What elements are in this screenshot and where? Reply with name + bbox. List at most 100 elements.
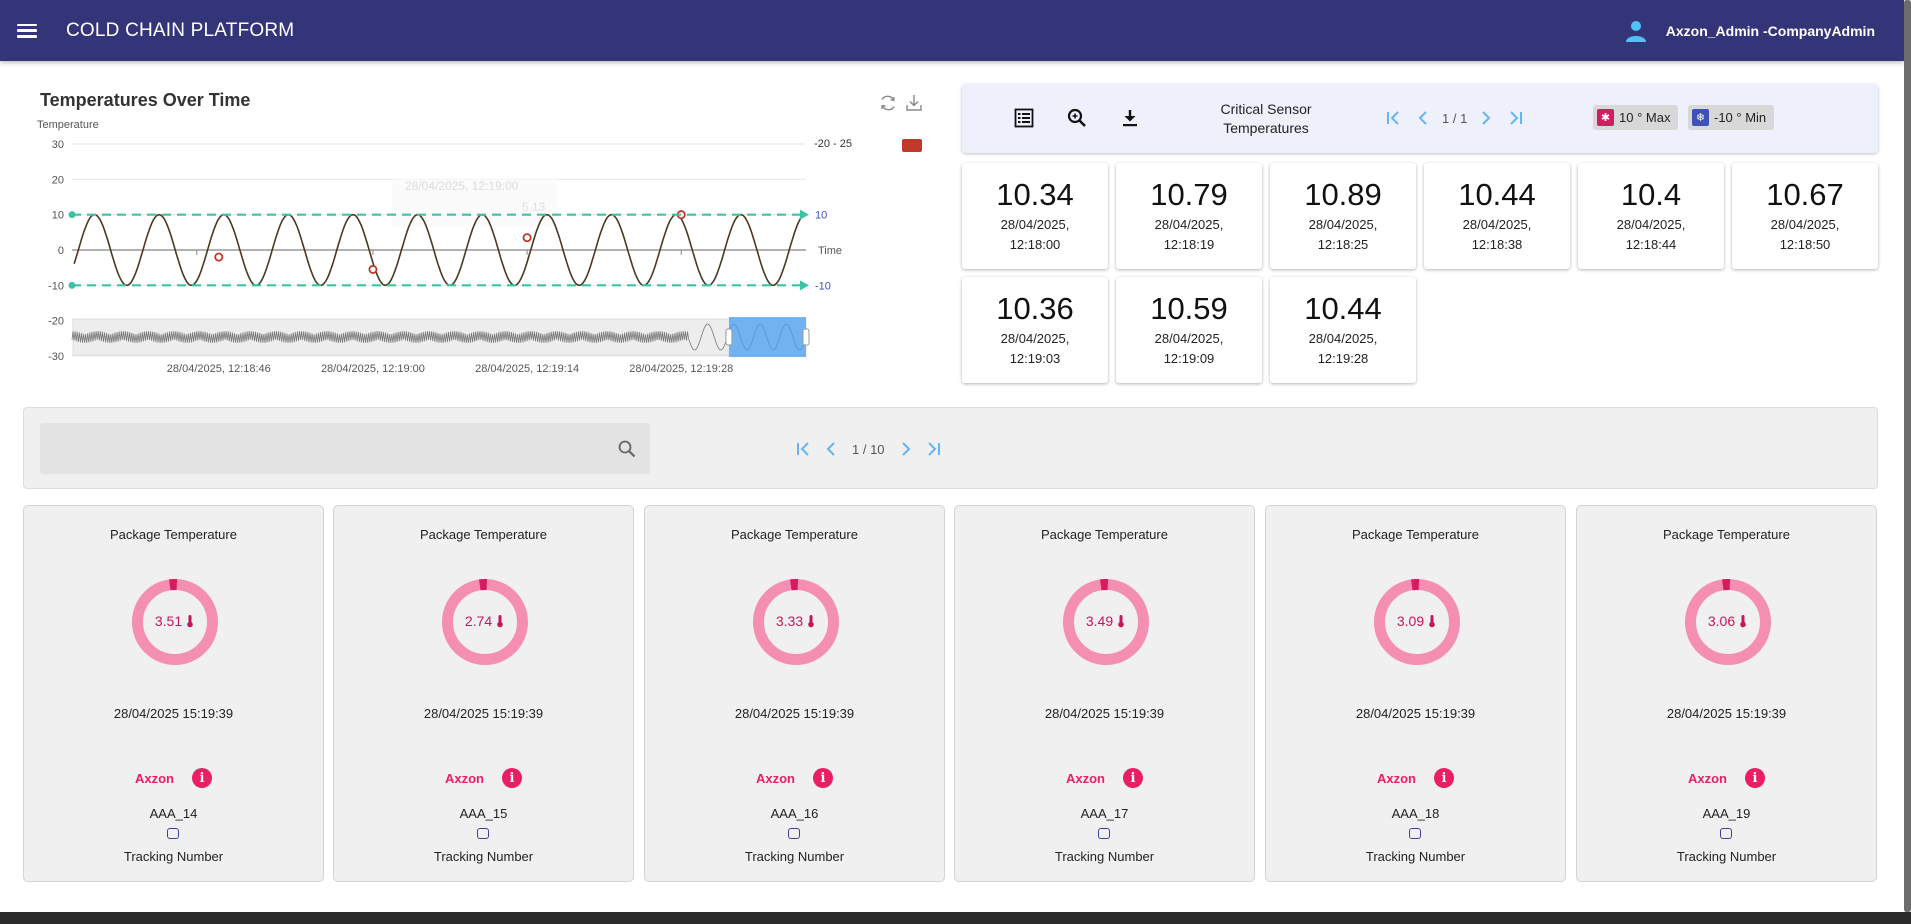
package-card[interactable]: Package Temperature 3.51 28/04/2025 15:19:… bbox=[23, 505, 324, 882]
info-icon[interactable]: i bbox=[1123, 768, 1143, 788]
scrollbar-thumb[interactable] bbox=[1904, 0, 1911, 912]
user-menu[interactable]: Axzon_Admin -CompanyAdmin bbox=[1624, 0, 1875, 61]
tracking-checkbox[interactable] bbox=[788, 828, 800, 839]
tracking-number-label: Tracking Number bbox=[433, 849, 534, 864]
sensor-card[interactable]: 10.36 28/04/2025, 12:19:03 bbox=[962, 277, 1108, 383]
temperature-gauge: 3.06 bbox=[1685, 579, 1771, 665]
sensor-card[interactable]: 10.34 28/04/2025, 12:18:00 bbox=[962, 163, 1108, 269]
info-icon[interactable]: i bbox=[502, 768, 522, 788]
package-id: AAA_14 bbox=[149, 806, 198, 821]
min-markline-label: -10 bbox=[815, 280, 831, 292]
sensor-value: 10.36 bbox=[996, 291, 1074, 326]
sensor-card[interactable]: 10.44 28/04/2025, 12:19:28 bbox=[1270, 277, 1416, 383]
package-id: AAA_19 bbox=[1702, 806, 1751, 821]
tracking-checkbox[interactable] bbox=[1720, 828, 1732, 839]
temperature-marker[interactable] bbox=[214, 252, 224, 262]
sensor-value: 10.44 bbox=[1458, 177, 1536, 212]
info-icon[interactable]: i bbox=[192, 768, 212, 788]
app-title: COLD CHAIN PLATFORM bbox=[66, 19, 295, 41]
next-page-icon[interactable] bbox=[1475, 107, 1497, 129]
package-date: 28/04/2025 15:19:39 bbox=[423, 706, 544, 721]
table-view-icon[interactable] bbox=[1012, 106, 1036, 130]
refresh-icon[interactable] bbox=[878, 93, 898, 113]
sensor-card[interactable]: 10.44 28/04/2025, 12:18:38 bbox=[1424, 163, 1570, 269]
company-name[interactable]: Axzon bbox=[135, 771, 174, 786]
download-icon[interactable] bbox=[904, 93, 924, 113]
tracking-checkbox[interactable] bbox=[167, 828, 179, 839]
tracking-checkbox[interactable] bbox=[1098, 828, 1110, 839]
gauge-value-wrap: 3.51 bbox=[132, 613, 218, 629]
next-page-icon[interactable] bbox=[895, 438, 917, 460]
sensor-time: 12:19:28 bbox=[1317, 351, 1369, 366]
zoom-window[interactable] bbox=[728, 317, 806, 357]
download-icon[interactable] bbox=[1118, 106, 1142, 130]
tracking-checkbox[interactable] bbox=[477, 828, 489, 839]
package-card[interactable]: Package Temperature 3.33 28/04/2025 15:19:… bbox=[644, 505, 945, 882]
thermometer-icon bbox=[1740, 615, 1746, 628]
package-title: Package Temperature bbox=[1352, 527, 1479, 542]
x-tick-label: 28/04/2025, 12:19:14 bbox=[475, 363, 579, 375]
critical-pager: 1 / 1 bbox=[1382, 107, 1527, 129]
first-page-icon[interactable] bbox=[792, 438, 814, 460]
zoom-handle-left[interactable] bbox=[725, 328, 733, 346]
temperature-chart[interactable]: Temperature 30 20 10 0 -10 -20 -30 Time 28/04/202… bbox=[22, 84, 934, 384]
search-icon[interactable] bbox=[616, 438, 638, 460]
prev-page-icon[interactable] bbox=[1412, 107, 1434, 129]
sensor-card[interactable]: 10.4 28/04/2025, 12:18:44 bbox=[1578, 163, 1724, 269]
thermometer-icon bbox=[187, 615, 193, 628]
search-input[interactable] bbox=[52, 423, 596, 476]
search-box bbox=[40, 423, 650, 476]
markline-arrow bbox=[800, 280, 809, 291]
y-axis-label: Temperature bbox=[37, 119, 99, 131]
temperature-marker[interactable] bbox=[522, 233, 532, 243]
package-title: Package Temperature bbox=[420, 527, 547, 542]
chart-title: Temperatures Over Time bbox=[40, 90, 251, 110]
sensor-card[interactable]: 10.67 28/04/2025, 12:18:50 bbox=[1732, 163, 1878, 269]
sensor-card[interactable]: 10.59 28/04/2025, 12:19:09 bbox=[1116, 277, 1262, 383]
package-date: 28/04/2025 15:19:39 bbox=[1666, 706, 1787, 721]
info-icon[interactable]: i bbox=[1745, 768, 1765, 788]
range-legend-swatch[interactable] bbox=[902, 139, 922, 152]
company-name[interactable]: Axzon bbox=[1688, 771, 1727, 786]
zoom-icon[interactable] bbox=[1065, 106, 1089, 130]
tracking-number-label: Tracking Number bbox=[123, 849, 224, 864]
tracking-number-label: Tracking Number bbox=[1054, 849, 1155, 864]
company-name[interactable]: Axzon bbox=[1377, 771, 1416, 786]
package-title: Package Temperature bbox=[1663, 527, 1790, 542]
menu-icon[interactable] bbox=[17, 20, 45, 42]
package-date: 28/04/2025 15:19:39 bbox=[734, 706, 855, 721]
page-scrollbar[interactable] bbox=[1904, 0, 1911, 924]
sensor-value: 10.59 bbox=[1150, 291, 1228, 326]
tracking-checkbox[interactable] bbox=[1409, 828, 1421, 839]
sensor-date: 28/04/2025, bbox=[1462, 217, 1532, 232]
sensor-date: 28/04/2025, bbox=[1308, 217, 1378, 232]
package-card[interactable]: Package Temperature 2.74 28/04/2025 15:19:… bbox=[333, 505, 634, 882]
last-page-icon[interactable] bbox=[923, 438, 945, 460]
temperature-gauge: 2.74 bbox=[442, 579, 528, 665]
info-icon[interactable]: i bbox=[1434, 768, 1454, 788]
sensor-card[interactable]: 10.89 28/04/2025, 12:18:25 bbox=[1270, 163, 1416, 269]
gauge-value: 3.33 bbox=[775, 613, 804, 629]
package-card[interactable]: Package Temperature 3.49 28/04/2025 15:19:… bbox=[954, 505, 1255, 882]
package-card[interactable]: Package Temperature 3.09 28/04/2025 15:19:… bbox=[1265, 505, 1566, 882]
temperature-marker[interactable] bbox=[368, 264, 378, 274]
zoom-handle-right[interactable] bbox=[802, 328, 810, 346]
package-card[interactable]: Package Temperature 3.06 28/04/2025 15:19:… bbox=[1576, 505, 1877, 882]
y-tick-label: -10 bbox=[48, 280, 64, 292]
company-name[interactable]: Axzon bbox=[1066, 771, 1105, 786]
package-date: 28/04/2025 15:19:39 bbox=[1044, 706, 1165, 721]
sensor-value: 10.4 bbox=[1620, 177, 1682, 212]
company-name[interactable]: Axzon bbox=[445, 771, 484, 786]
info-icon[interactable]: i bbox=[813, 768, 833, 788]
max-markline-label: 10 bbox=[815, 210, 827, 222]
company-name[interactable]: Axzon bbox=[756, 771, 795, 786]
x-tick-label: 28/04/2025, 12:19:28 bbox=[629, 363, 733, 375]
package-date: 28/04/2025 15:19:39 bbox=[113, 706, 234, 721]
sensor-card[interactable]: 10.79 28/04/2025, 12:18:19 bbox=[1116, 163, 1262, 269]
gauge-value-wrap: 2.74 bbox=[442, 613, 528, 629]
min-label: -10 ° Min bbox=[1714, 110, 1767, 125]
first-page-icon[interactable] bbox=[1382, 107, 1404, 129]
prev-page-icon[interactable] bbox=[820, 438, 842, 460]
last-page-icon[interactable] bbox=[1505, 107, 1527, 129]
page-label: 1 / 1 bbox=[1442, 110, 1468, 126]
